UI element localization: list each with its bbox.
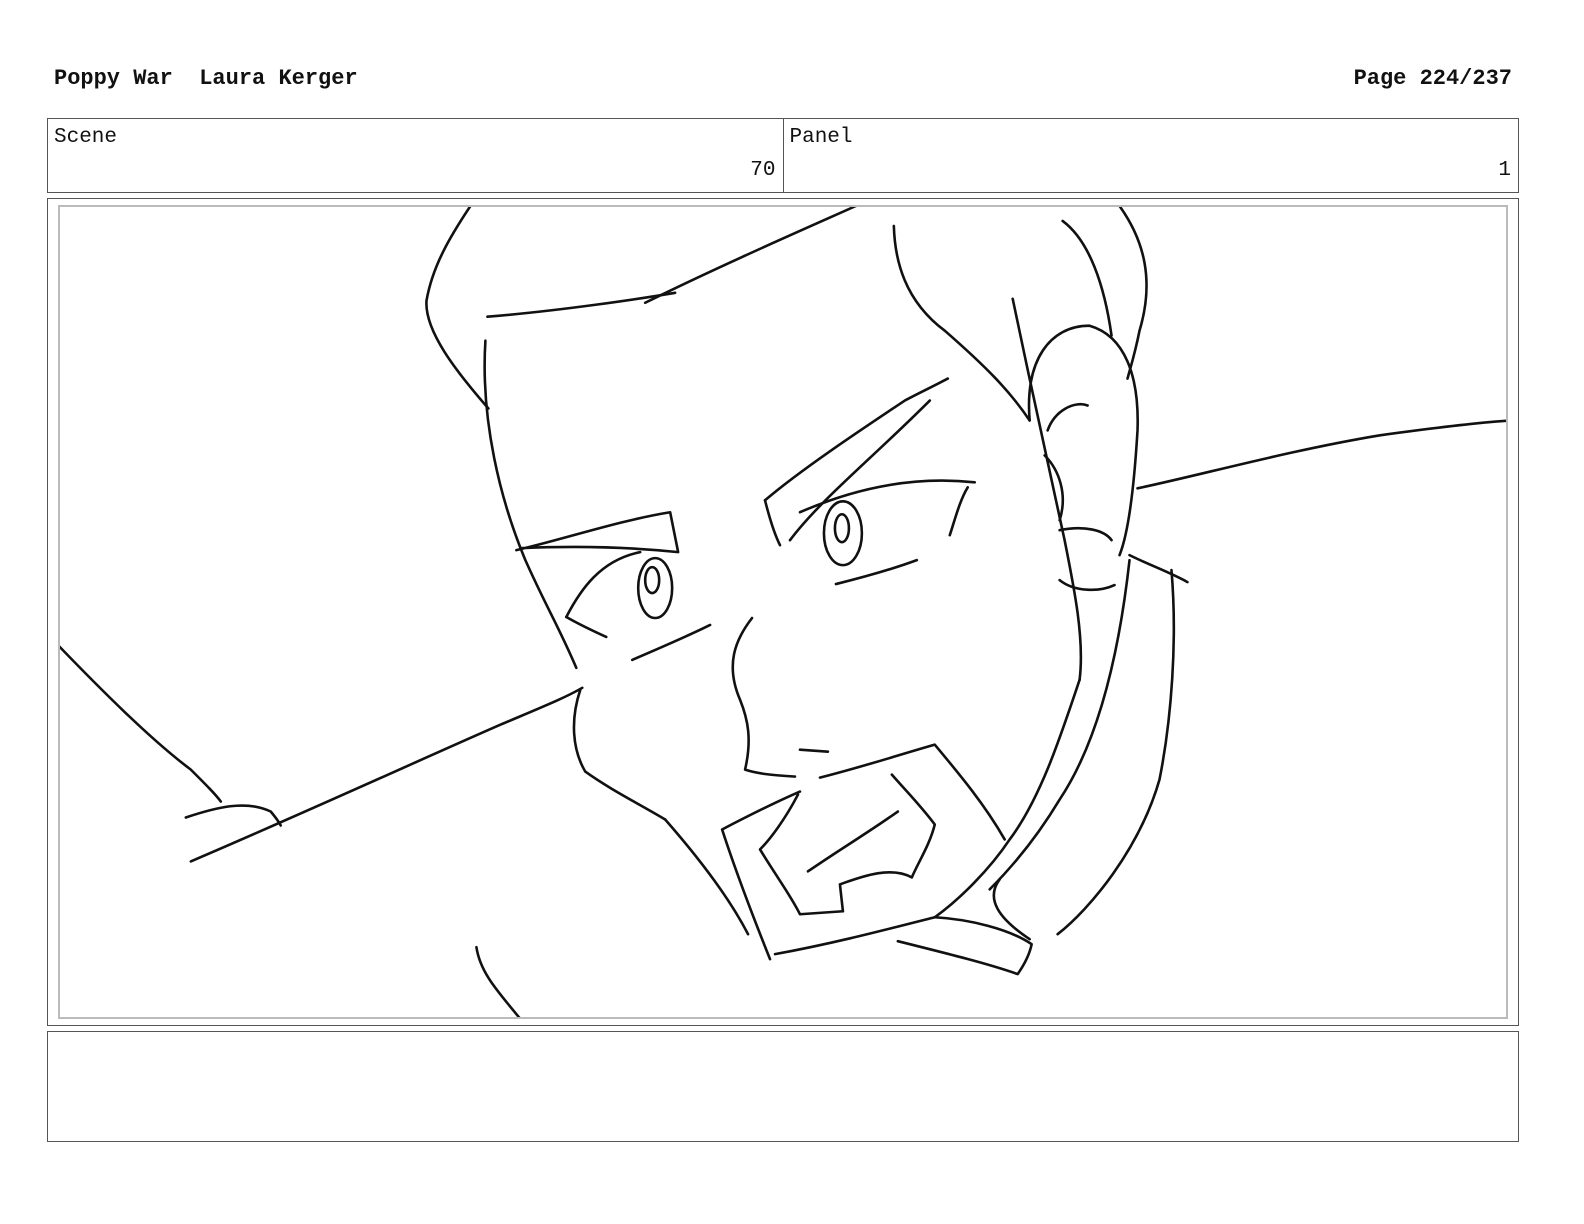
- panel-cell: Panel 1: [782, 119, 1519, 192]
- panel-notes-box: [47, 1031, 1519, 1142]
- scene-number: 70: [750, 159, 776, 182]
- panel-number: 1: [1498, 159, 1511, 182]
- project-title: Poppy War: [54, 66, 173, 91]
- page-header-title: Poppy War Laura Kerger: [54, 66, 358, 91]
- scene-panel-info: Scene 70 Panel 1: [47, 118, 1519, 193]
- scene-label: Scene: [54, 126, 118, 149]
- storyboard-sketch-face-icon: [60, 207, 1506, 1017]
- artist-name: Laura Kerger: [199, 66, 358, 91]
- scene-cell: Scene 70: [48, 119, 783, 192]
- panel-label: Panel: [789, 126, 853, 149]
- page-number: Page 224/237: [1353, 66, 1512, 91]
- storyboard-panel: [47, 198, 1519, 1026]
- panel-drawing-area: [58, 205, 1508, 1019]
